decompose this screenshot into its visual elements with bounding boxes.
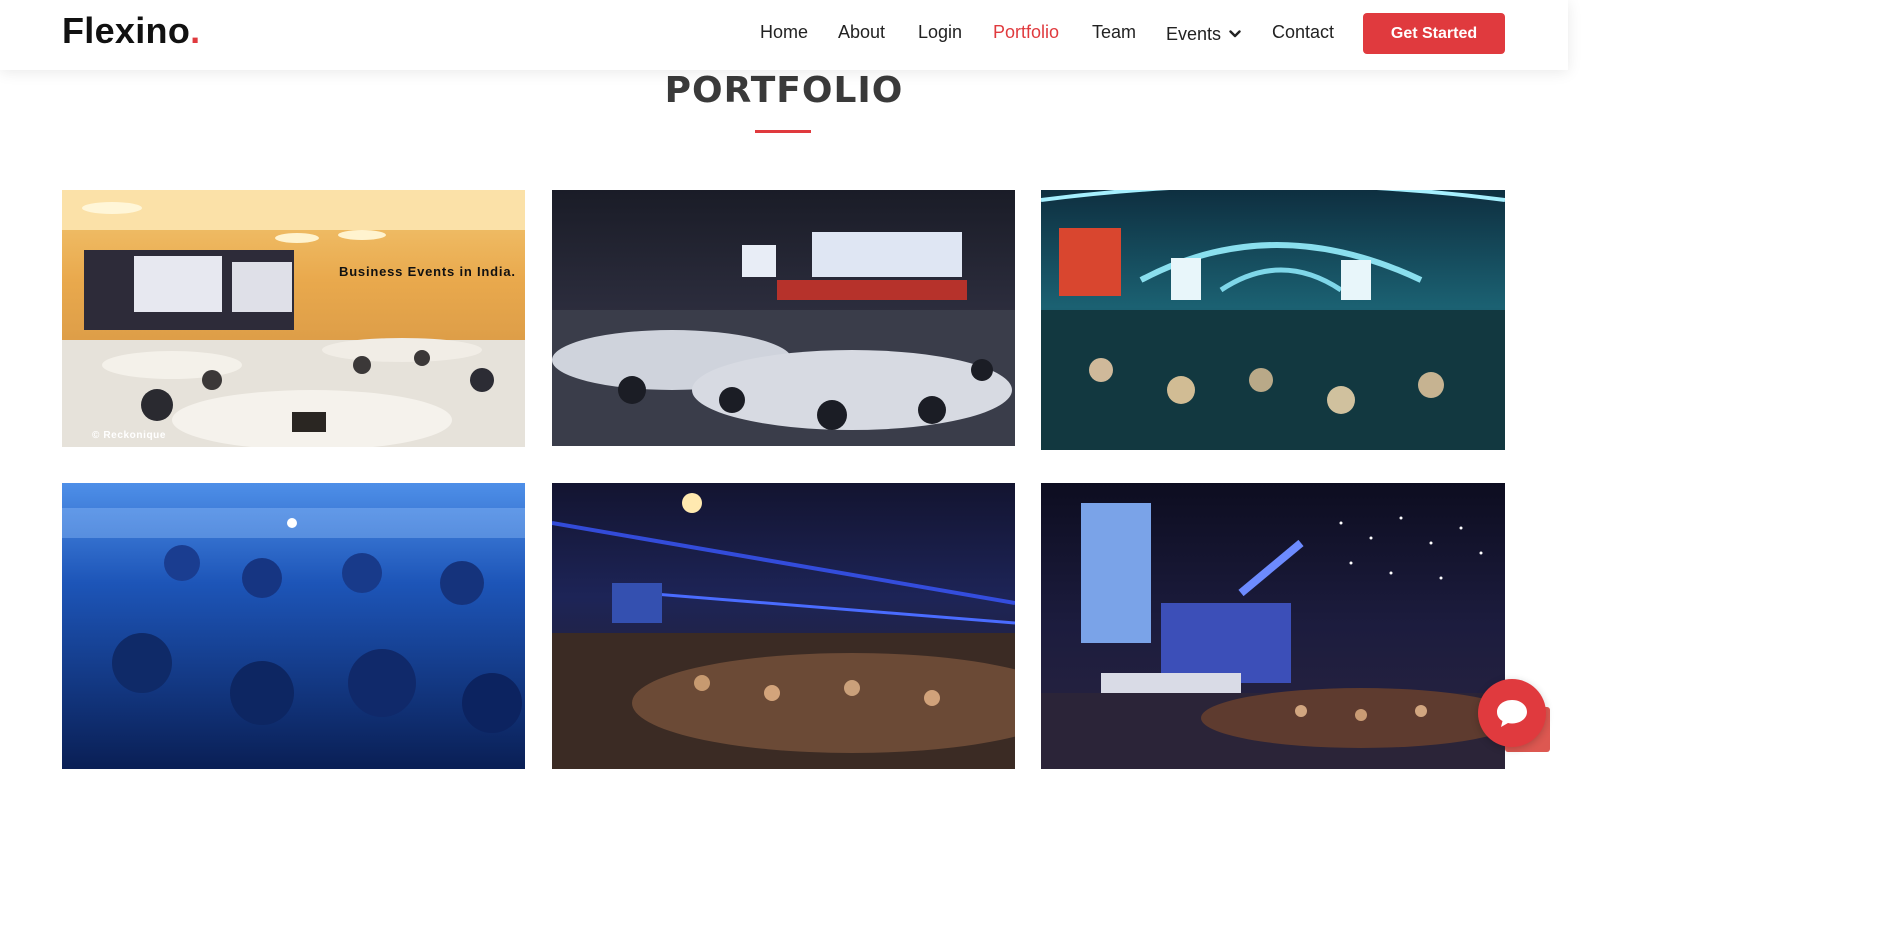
nav-about[interactable]: About bbox=[838, 22, 885, 43]
brand-logo[interactable]: Flexino. bbox=[62, 10, 200, 52]
section-title: PORTFOLIO bbox=[664, 70, 904, 111]
portfolio-overlay-text: Business Events in India. bbox=[339, 264, 516, 279]
portfolio-image-4 bbox=[62, 483, 525, 769]
portfolio-watermark: © Reckonique bbox=[92, 430, 167, 441]
nav-events[interactable]: Events bbox=[1166, 22, 1241, 45]
title-underline bbox=[755, 130, 811, 133]
portfolio-item-2[interactable] bbox=[552, 190, 1015, 446]
portfolio-item-5[interactable] bbox=[552, 483, 1015, 769]
portfolio-image-5 bbox=[552, 483, 1015, 769]
brand-name: Flexino bbox=[62, 10, 191, 51]
nav-team[interactable]: Team bbox=[1092, 22, 1136, 43]
brand-dot: . bbox=[190, 10, 201, 51]
portfolio-item-3[interactable] bbox=[1041, 190, 1505, 450]
portfolio-image-6 bbox=[1041, 483, 1505, 769]
portfolio-image-1 bbox=[62, 190, 525, 447]
portfolio-image-2 bbox=[552, 190, 1015, 446]
portfolio-image-3 bbox=[1041, 190, 1505, 450]
nav-login[interactable]: Login bbox=[918, 22, 962, 43]
chat-bubble-icon[interactable] bbox=[1478, 679, 1546, 747]
portfolio-item-4[interactable] bbox=[62, 483, 525, 769]
chevron-down-icon bbox=[1229, 22, 1241, 43]
nav-portfolio[interactable]: Portfolio bbox=[993, 22, 1059, 43]
site-header: Flexino. Home About Login Portfolio Team… bbox=[0, 0, 1568, 70]
portfolio-item-1[interactable]: Business Events in India. © Reckonique bbox=[62, 190, 525, 447]
portfolio-item-6[interactable] bbox=[1041, 483, 1505, 769]
nav-contact[interactable]: Contact bbox=[1272, 22, 1334, 43]
nav-home[interactable]: Home bbox=[760, 22, 808, 43]
nav-events-label: Events bbox=[1166, 24, 1222, 44]
get-started-button[interactable]: Get Started bbox=[1363, 13, 1505, 54]
